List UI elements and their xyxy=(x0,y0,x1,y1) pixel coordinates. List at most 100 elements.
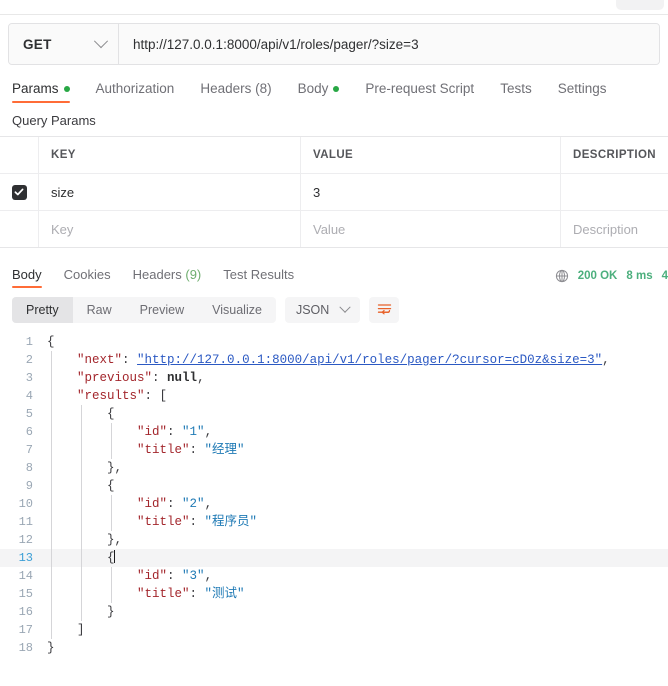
row-key-cell[interactable]: size xyxy=(39,174,301,210)
http-method-dropdown[interactable]: GET xyxy=(9,24,119,64)
query-params-table: KEY VALUE DESCRIPTION size 3 Key Value D… xyxy=(0,136,668,248)
response-tab-test-results[interactable]: Test Results xyxy=(223,267,308,288)
code-content: }, xyxy=(44,459,668,477)
token-colon: : xyxy=(189,587,205,601)
view-visualize-button[interactable]: Visualize xyxy=(198,297,276,323)
indent-guide xyxy=(51,603,52,621)
row-checkbox-cell[interactable] xyxy=(0,174,39,210)
word-wrap-button[interactable] xyxy=(369,297,400,323)
indent-guide xyxy=(51,585,52,603)
chevron-down-icon xyxy=(93,34,109,49)
url-input[interactable]: http://127.0.0.1:8000/api/v1/roles/pager… xyxy=(119,24,659,64)
indent-guide xyxy=(111,585,112,603)
row-value-cell[interactable]: 3 xyxy=(301,174,561,210)
view-raw-button[interactable]: Raw xyxy=(73,297,126,323)
indent-guide xyxy=(81,549,82,567)
token-key-id: "id" xyxy=(137,497,168,511)
tab-params[interactable]: Params xyxy=(12,81,83,103)
code-content: "title": "测试" xyxy=(44,585,668,603)
globe-icon[interactable] xyxy=(555,269,569,283)
tab-pre-request-script-label: Pre-request Script xyxy=(365,81,475,96)
placeholder-description-cell[interactable]: Description xyxy=(561,211,668,247)
code-content: "id": "3", xyxy=(44,567,668,585)
response-time: 8 ms xyxy=(626,270,653,282)
indent-guide xyxy=(81,513,82,531)
tab-settings[interactable]: Settings xyxy=(545,81,620,103)
code-line: 10 "id": "2", xyxy=(0,495,668,513)
placeholder-key-cell[interactable]: Key xyxy=(39,211,301,247)
response-tabs-left: Body Cookies Headers (9) Test Results xyxy=(12,267,316,288)
placeholder-description-text: Description xyxy=(573,221,639,237)
token-key-title: "title" xyxy=(137,443,190,457)
tab-authorization[interactable]: Authorization xyxy=(83,81,188,103)
response-tab-headers[interactable]: Headers (9) xyxy=(133,267,216,288)
token-value-title: "经理" xyxy=(204,443,245,457)
tab-tests[interactable]: Tests xyxy=(487,81,545,103)
table-placeholder-row: Key Value Description xyxy=(0,211,668,247)
header-description-cell: DESCRIPTION xyxy=(561,137,668,173)
indent-guide xyxy=(111,567,112,585)
token-bracket-close: ] xyxy=(77,623,85,637)
code-content: ] xyxy=(44,621,668,639)
placeholder-value-text: Value xyxy=(313,221,346,237)
token-bracket-open: [ xyxy=(159,389,168,403)
code-content: } xyxy=(44,603,668,621)
code-line: 6 "id": "1", xyxy=(0,423,668,441)
param-enabled-checkbox[interactable] xyxy=(11,184,27,200)
token-colon: : xyxy=(144,389,160,403)
tab-body-label: Body xyxy=(297,81,329,96)
line-number: 4 xyxy=(25,389,33,403)
indent-guide xyxy=(81,423,82,441)
line-number: 10 xyxy=(18,497,33,511)
tab-body[interactable]: Body xyxy=(285,81,353,103)
row-description-cell[interactable] xyxy=(561,174,668,210)
view-preview-button[interactable]: Preview xyxy=(126,297,198,323)
response-tab-body[interactable]: Body xyxy=(12,267,56,288)
token-value-id: "3" xyxy=(182,569,205,583)
code-line: 4 "results": [ xyxy=(0,387,668,405)
response-size: 4 xyxy=(661,270,668,282)
tab-headers-label: Headers (8) xyxy=(200,81,272,96)
response-language-dropdown[interactable]: JSON xyxy=(284,297,361,323)
code-line: 11 "title": "程序员" xyxy=(0,513,668,531)
header-key-cell: KEY xyxy=(39,137,301,173)
code-content: { xyxy=(44,549,668,567)
view-pretty-button[interactable]: Pretty xyxy=(12,297,73,323)
line-number: 3 xyxy=(25,371,33,385)
indent-guide xyxy=(51,459,52,477)
placeholder-value-cell[interactable]: Value xyxy=(301,211,561,247)
code-line: 2 "next": "http://127.0.0.1:8000/api/v1/… xyxy=(0,351,668,369)
response-body-editor[interactable]: 1 { 2 "next": "http://127.0.0.1:8000/api… xyxy=(0,331,668,683)
line-number: 1 xyxy=(25,335,33,349)
indent-guide xyxy=(111,423,112,441)
window-tab-strip xyxy=(0,0,668,15)
indent-guide xyxy=(51,549,52,567)
token-value-next-url[interactable]: "http://127.0.0.1:8000/api/v1/roles/page… xyxy=(137,353,602,367)
line-number: 8 xyxy=(25,461,33,475)
token-brace-open: { xyxy=(47,335,55,349)
indent-guide xyxy=(81,567,82,585)
token-key-previous: "previous" xyxy=(77,371,153,385)
indent-guide xyxy=(51,423,52,441)
placeholder-checkbox-cell[interactable] xyxy=(0,211,39,247)
response-tab-cookies[interactable]: Cookies xyxy=(64,267,125,288)
code-content: "previous": null, xyxy=(44,369,668,387)
indent-guide xyxy=(51,477,52,495)
indent-guide xyxy=(111,513,112,531)
indent-guide xyxy=(81,585,82,603)
tab-settings-label: Settings xyxy=(557,81,607,96)
line-number: 5 xyxy=(25,407,33,421)
tab-pre-request-script[interactable]: Pre-request Script xyxy=(352,81,487,103)
code-content: { xyxy=(44,333,668,351)
word-wrap-icon xyxy=(377,302,392,319)
header-value-cell: VALUE xyxy=(301,137,561,173)
token-value-title: "测试" xyxy=(204,587,245,601)
tab-chip[interactable] xyxy=(616,0,664,10)
line-number: 6 xyxy=(25,425,33,439)
token-colon: : xyxy=(167,425,183,439)
token-comma: , xyxy=(204,569,213,583)
indent-guide xyxy=(51,495,52,513)
token-comma: , xyxy=(204,497,213,511)
code-line-active: 13 { xyxy=(0,549,668,567)
tab-headers[interactable]: Headers (8) xyxy=(187,81,284,103)
